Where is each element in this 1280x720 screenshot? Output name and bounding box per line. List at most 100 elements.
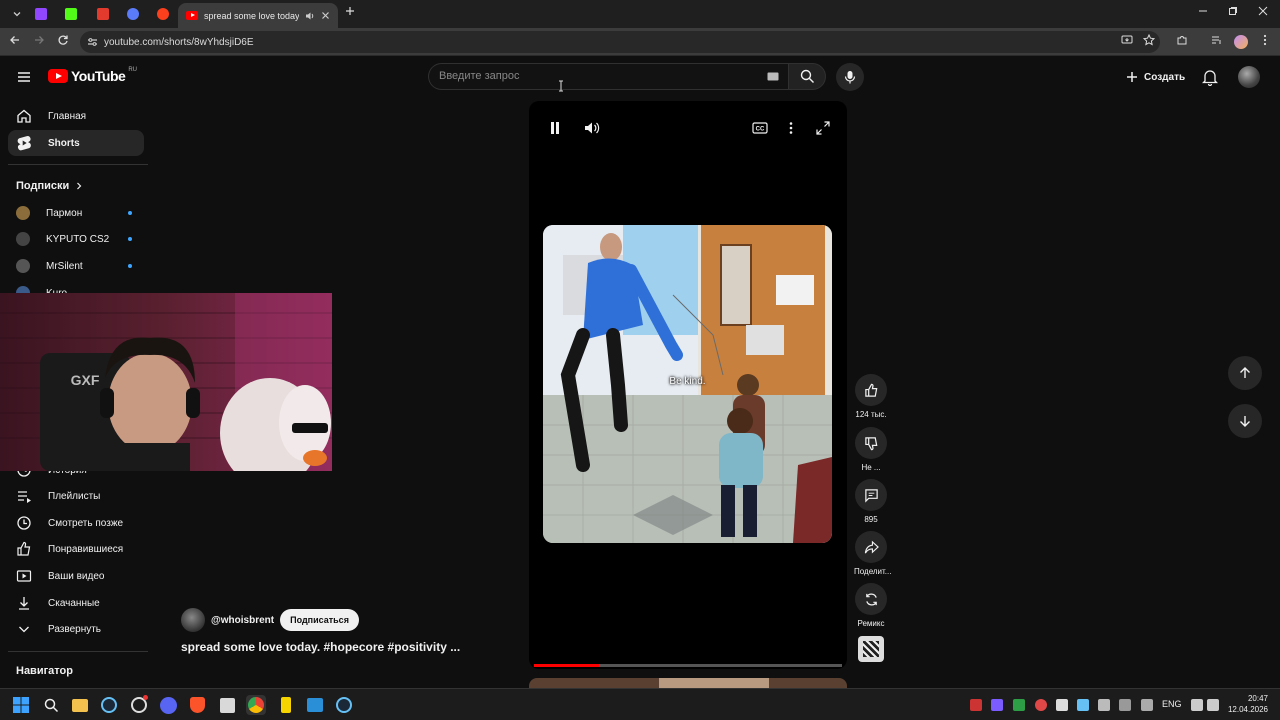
sidebar-item-label: KYPUTO CS2 xyxy=(46,233,110,245)
reload-button[interactable] xyxy=(54,33,72,51)
browser-menu-button[interactable] xyxy=(1256,33,1274,51)
search-button[interactable] xyxy=(788,63,826,90)
youtube-logo[interactable]: YouTube RU xyxy=(48,67,137,84)
new-tab-button[interactable] xyxy=(340,4,360,22)
remix-button[interactable] xyxy=(855,583,887,615)
volume-icon[interactable] xyxy=(1207,699,1219,711)
site-info-icon[interactable] xyxy=(87,37,98,47)
taskbar-explorer[interactable] xyxy=(70,695,90,715)
tray-icon[interactable] xyxy=(1119,699,1131,711)
sound-thumbnail-button[interactable] xyxy=(858,636,884,662)
tab-kick[interactable] xyxy=(56,4,86,24)
captions-button[interactable]: CC xyxy=(750,119,770,137)
sidebar-item-playlists[interactable]: Плейлисты xyxy=(8,483,144,509)
subscriptions-heading[interactable]: Подписки xyxy=(16,180,83,192)
address-bar[interactable]: youtube.com/shorts/8wYhdsjiD6E xyxy=(80,31,1160,53)
volume-button[interactable] xyxy=(582,119,602,137)
start-button[interactable] xyxy=(11,695,31,715)
account-avatar[interactable] xyxy=(1238,66,1260,88)
sidebar-item-your-videos[interactable]: Ваши видео xyxy=(8,563,144,589)
close-window-button[interactable] xyxy=(1253,4,1273,22)
tray-icon[interactable] xyxy=(1077,699,1089,711)
sidebar-item-subscription[interactable]: Пармон xyxy=(8,200,144,226)
minimize-button[interactable] xyxy=(1193,4,1213,22)
tray-icon[interactable] xyxy=(970,699,982,711)
dislike-button[interactable] xyxy=(855,427,887,459)
sidebar-item-subscription[interactable]: MrSilent xyxy=(8,253,144,279)
taskbar-steam-1[interactable] xyxy=(99,695,119,715)
previous-short-button[interactable] xyxy=(1228,356,1262,390)
steam-icon xyxy=(101,697,117,713)
taskbar-app-notify[interactable] xyxy=(129,695,149,715)
taskbar-discord[interactable] xyxy=(158,695,178,715)
sidebar-item-shorts[interactable]: Shorts xyxy=(8,130,144,156)
taskbar-search-button[interactable] xyxy=(41,695,61,715)
tray-icon[interactable] xyxy=(1098,699,1110,711)
tray-icon[interactable] xyxy=(1035,699,1047,711)
sidebar-item-subscription[interactable]: KYPUTO CS2 xyxy=(8,226,144,252)
more-options-button[interactable] xyxy=(781,119,801,137)
next-short-preview[interactable] xyxy=(529,678,847,688)
taskbar-app-yellow[interactable] xyxy=(276,695,296,715)
speaker-icon[interactable] xyxy=(305,11,315,21)
arrow-down-icon xyxy=(1240,416,1250,427)
dislike-action[interactable]: Не ... xyxy=(854,427,888,472)
network-icon[interactable] xyxy=(1191,699,1203,711)
microphone-icon[interactable] xyxy=(1141,699,1153,711)
like-button[interactable] xyxy=(855,374,887,406)
shorts-player[interactable]: CC Be kind. xyxy=(529,101,847,669)
remix-action[interactable]: Ремикс xyxy=(854,583,888,628)
next-short-button[interactable] xyxy=(1228,404,1262,438)
back-button[interactable] xyxy=(6,33,24,51)
tab-yandex[interactable] xyxy=(148,4,178,24)
subscribe-button[interactable]: Подписаться xyxy=(280,609,359,631)
media-controls-button[interactable] xyxy=(1208,33,1226,51)
comments-button[interactable] xyxy=(855,479,887,511)
clock[interactable]: 20:47 12.04.2026 xyxy=(1226,693,1268,715)
tab-twitch[interactable] xyxy=(26,4,56,24)
restore-button[interactable] xyxy=(1223,4,1243,22)
tab-donation[interactable] xyxy=(88,4,118,24)
bookmark-button[interactable] xyxy=(1140,33,1158,51)
sidebar-item-home[interactable]: Главная xyxy=(8,103,144,129)
close-tab-icon[interactable] xyxy=(321,11,330,20)
taskbar-steam-2[interactable] xyxy=(334,695,354,715)
taskbar-chrome[interactable] xyxy=(246,695,266,715)
like-action[interactable]: 124 тыс. xyxy=(854,374,888,419)
youtube-play-icon xyxy=(48,69,68,83)
tray-icon[interactable] xyxy=(991,699,1003,711)
tab-extension[interactable] xyxy=(118,4,148,24)
sidebar-item-watch-later[interactable]: Смотреть позже xyxy=(8,510,144,536)
taskbar-brave[interactable] xyxy=(187,695,207,715)
taskbar-notepad[interactable] xyxy=(217,695,237,715)
extensions-button[interactable] xyxy=(1173,33,1191,51)
search-input[interactable]: Введите запрос xyxy=(428,63,788,90)
taskbar-app-blue[interactable] xyxy=(305,695,325,715)
tray-icon[interactable] xyxy=(1056,699,1068,711)
language-indicator[interactable]: ENG xyxy=(1162,699,1182,709)
profile-button[interactable] xyxy=(1232,33,1250,51)
forward-button[interactable] xyxy=(30,33,48,51)
url-text: youtube.com/shorts/8wYhdsjiD6E xyxy=(104,36,254,48)
channel-avatar[interactable] xyxy=(181,608,205,632)
sidebar-item-downloads[interactable]: Скачанные xyxy=(8,590,144,616)
notifications-button[interactable] xyxy=(1201,68,1219,91)
sidebar-item-expand[interactable]: Развернуть xyxy=(8,616,144,642)
comments-action[interactable]: 895 xyxy=(854,479,888,524)
voice-search-button[interactable] xyxy=(836,63,864,91)
guide-menu-button[interactable] xyxy=(14,67,34,87)
share-action[interactable]: Поделит... xyxy=(854,531,891,576)
browser-tab-bar: spread some love today. #h xyxy=(0,0,1280,28)
video-progress-bar[interactable] xyxy=(534,664,842,667)
channel-handle[interactable]: @whoisbrent xyxy=(211,615,274,626)
create-button[interactable]: Создать xyxy=(1120,64,1191,90)
sidebar-item-liked[interactable]: Понравившиеся xyxy=(8,536,144,562)
fullscreen-button[interactable] xyxy=(813,119,833,137)
keyboard-icon[interactable] xyxy=(767,72,779,81)
short-title[interactable]: spread some love today. #hopecore #posit… xyxy=(181,640,460,654)
tab-active-youtube[interactable]: spread some love today. #h xyxy=(178,3,338,28)
share-button[interactable] xyxy=(855,531,887,563)
cast-button[interactable] xyxy=(1118,33,1136,51)
tray-icon[interactable] xyxy=(1013,699,1025,711)
pause-button[interactable] xyxy=(545,119,565,137)
